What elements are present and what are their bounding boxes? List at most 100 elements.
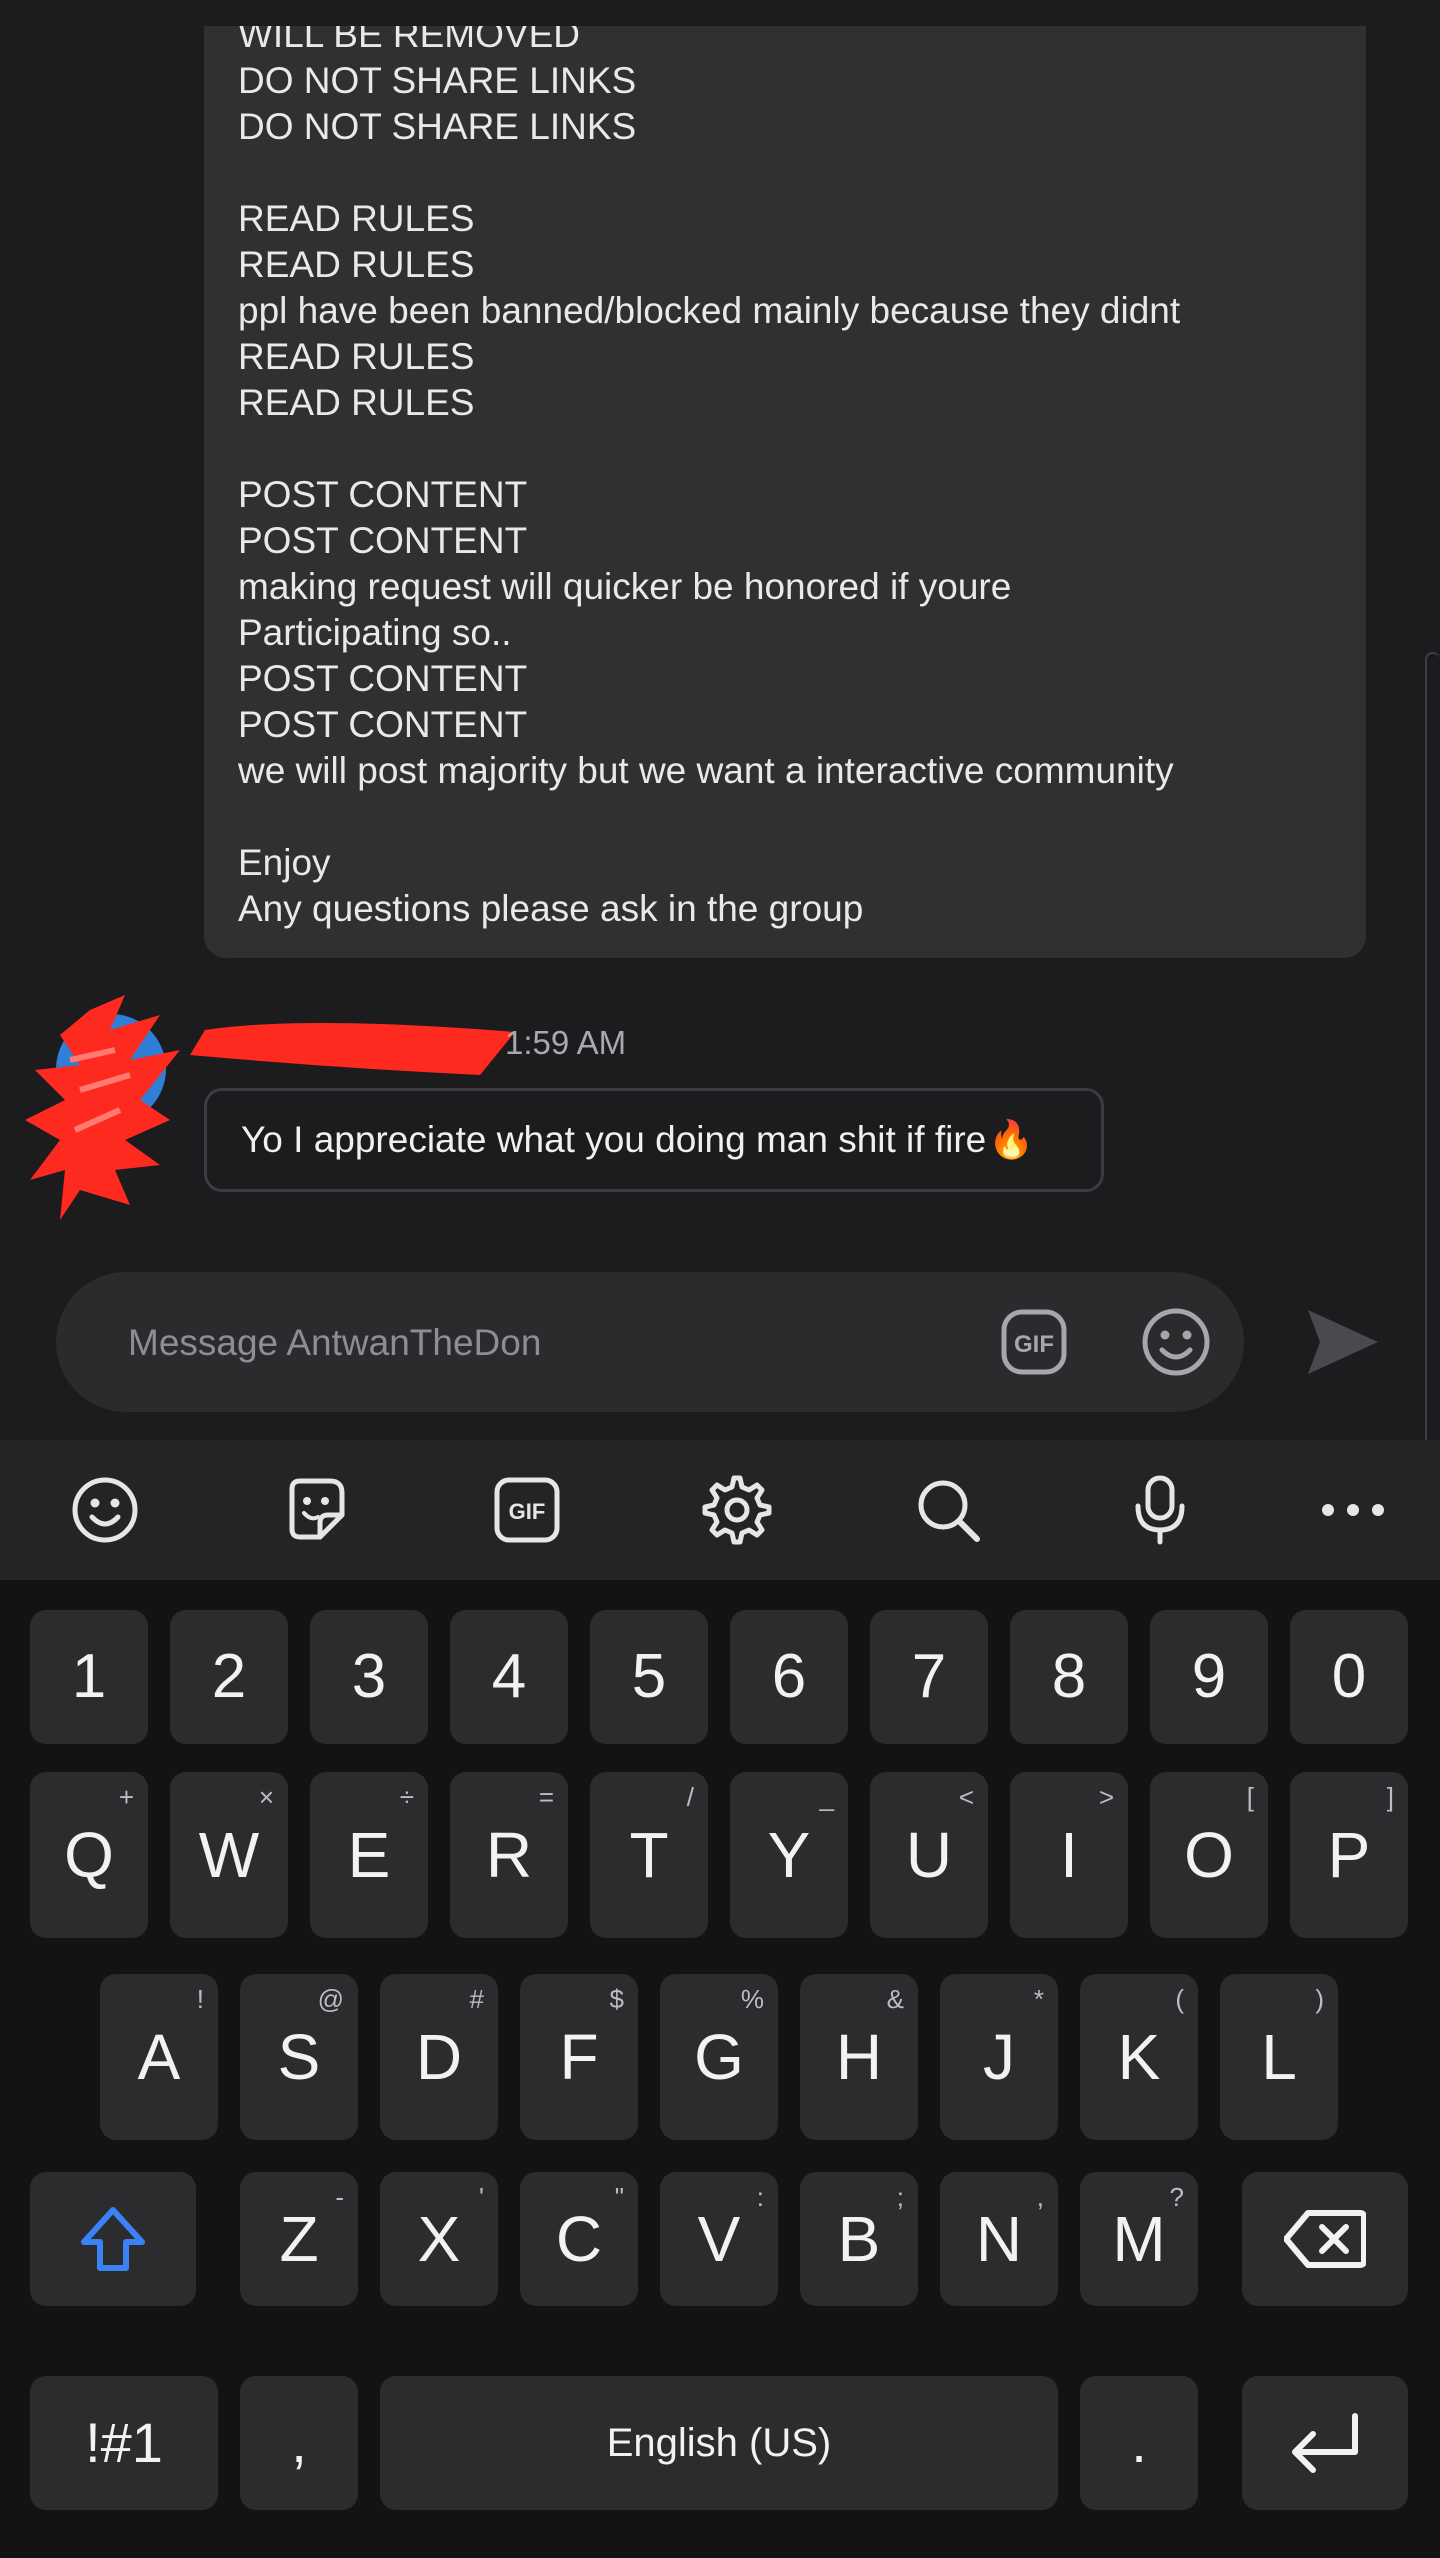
key-period[interactable]: . bbox=[1080, 2376, 1198, 2510]
message-line bbox=[238, 426, 1346, 472]
key-a-alt: ! bbox=[196, 1984, 204, 2014]
key-a[interactable]: A! bbox=[100, 1974, 218, 2140]
key-c-alt: " bbox=[614, 2182, 624, 2212]
message-composer[interactable]: GIF bbox=[56, 1272, 1244, 1412]
more-icon[interactable] bbox=[1313, 1470, 1393, 1550]
message-line: POST CONTENT bbox=[238, 520, 528, 561]
key-e-alt: ÷ bbox=[399, 1782, 414, 1812]
key-0-label: 0 bbox=[1331, 1642, 1367, 1711]
key-shift[interactable] bbox=[30, 2172, 196, 2306]
key-v-label: V bbox=[697, 2203, 741, 2275]
key-y-alt: _ bbox=[819, 1782, 834, 1812]
key-s-label: S bbox=[277, 2021, 321, 2093]
key-c-label: C bbox=[555, 2203, 603, 2275]
key-3-label: 3 bbox=[351, 1642, 387, 1711]
key-u-label: U bbox=[905, 1819, 953, 1891]
key-m[interactable]: M? bbox=[1080, 2172, 1198, 2306]
key-backspace[interactable] bbox=[1242, 2172, 1408, 2306]
key-2-label: 2 bbox=[211, 1642, 247, 1711]
message-line: READ RULES bbox=[238, 198, 475, 239]
key-comma[interactable]: , bbox=[240, 2376, 358, 2510]
key-0[interactable]: 0 bbox=[1290, 1610, 1408, 1744]
key-d[interactable]: D # bbox=[380, 1974, 498, 2140]
key-4[interactable]: 4 bbox=[450, 1610, 568, 1744]
key-enter[interactable] bbox=[1242, 2376, 1408, 2510]
message-line: Participating so.. bbox=[238, 612, 512, 653]
chat-area[interactable]: WILL BE REMOVED DO NOT SHARE LINKS DO NOT … bbox=[0, 0, 1440, 1522]
key-v[interactable]: V: bbox=[660, 2172, 778, 2306]
key-o[interactable]: O[ bbox=[1150, 1772, 1268, 1938]
key-m-label: M bbox=[1112, 2203, 1166, 2275]
send-icon[interactable] bbox=[1304, 1306, 1380, 1378]
key-7-label: 7 bbox=[911, 1642, 947, 1711]
reply-message-text: Yo I appreciate what you doing man shit … bbox=[241, 1091, 1034, 1189]
key-w-alt: × bbox=[258, 1782, 274, 1812]
key-g[interactable]: G% bbox=[660, 1974, 778, 2140]
message-line: READ RULES bbox=[238, 244, 475, 285]
key-b-alt: ; bbox=[896, 2182, 904, 2212]
key-i[interactable]: I > bbox=[1010, 1772, 1128, 1938]
key-9[interactable]: 9 bbox=[1150, 1610, 1268, 1744]
key-space[interactable]: English (US) bbox=[380, 2376, 1058, 2510]
key-symbols[interactable]: !#1 bbox=[30, 2376, 218, 2510]
emoji-icon[interactable] bbox=[65, 1470, 145, 1550]
key-j[interactable]: J * bbox=[940, 1974, 1058, 2140]
key-l[interactable]: L) bbox=[1220, 1974, 1338, 2140]
key-d-label: D bbox=[415, 2021, 463, 2093]
reply-message-bubble[interactable]: Yo I appreciate what you doing man shit … bbox=[204, 1088, 1104, 1192]
key-p[interactable]: P] bbox=[1290, 1772, 1408, 1938]
key-3[interactable]: 3 bbox=[310, 1610, 428, 1744]
scrollbar[interactable] bbox=[1425, 652, 1440, 1522]
key-s[interactable]: S @ bbox=[240, 1974, 358, 2140]
key-t[interactable]: T / bbox=[590, 1772, 708, 1938]
key-5[interactable]: 5 bbox=[590, 1610, 708, 1744]
search-icon[interactable] bbox=[908, 1470, 988, 1550]
message-line: ppl have been banned/blocked mainly beca… bbox=[238, 290, 1181, 331]
key-k[interactable]: K( bbox=[1080, 1974, 1198, 2140]
key-r[interactable]: R = bbox=[450, 1772, 568, 1938]
settings-icon[interactable] bbox=[697, 1470, 777, 1550]
key-n-label: N bbox=[975, 2203, 1023, 2275]
key-f[interactable]: F $ bbox=[520, 1974, 638, 2140]
key-c[interactable]: C " bbox=[520, 2172, 638, 2306]
key-s-alt: @ bbox=[317, 1984, 344, 2014]
message-line: making request will quicker be honored i… bbox=[238, 566, 1012, 607]
key-q[interactable]: Q + bbox=[30, 1772, 148, 1938]
sticker-icon[interactable] bbox=[275, 1470, 355, 1550]
gif-icon[interactable]: GIF bbox=[487, 1470, 567, 1550]
key-6[interactable]: 6 bbox=[730, 1610, 848, 1744]
key-h[interactable]: H & bbox=[800, 1974, 918, 2140]
microphone-icon[interactable] bbox=[1120, 1470, 1200, 1550]
key-6-label: 6 bbox=[771, 1642, 807, 1711]
key-1[interactable]: 1 bbox=[30, 1610, 148, 1744]
key-y-label: Y bbox=[767, 1819, 811, 1891]
message-bubble[interactable]: WILL BE REMOVED DO NOT SHARE LINKS DO NOT … bbox=[204, 26, 1366, 958]
key-r-alt: = bbox=[538, 1782, 554, 1812]
key-x[interactable]: X ' bbox=[380, 2172, 498, 2306]
key-u[interactable]: U < bbox=[870, 1772, 988, 1938]
key-e[interactable]: E ÷ bbox=[310, 1772, 428, 1938]
reply-text-content: Yo I appreciate what you doing man shit … bbox=[241, 1119, 987, 1160]
key-8[interactable]: 8 bbox=[1010, 1610, 1128, 1744]
keyboard: !#1 , English (US) . 1 2 3 4 5 6 7 8 9 0 Q + W × E ÷ R = T… bbox=[0, 1580, 1440, 2558]
message-input[interactable] bbox=[126, 1308, 930, 1378]
key-u-alt: < bbox=[958, 1782, 974, 1812]
key-w[interactable]: W × bbox=[170, 1772, 288, 1938]
key-j-alt: * bbox=[1033, 1984, 1044, 2014]
key-j-label: J bbox=[983, 2021, 1015, 2093]
key-b[interactable]: B; bbox=[800, 2172, 918, 2306]
message-line: we will post majority but we want a inte… bbox=[238, 750, 1174, 791]
shift-icon bbox=[81, 2207, 145, 2271]
gif-icon-label: GIF bbox=[509, 1499, 546, 1524]
key-7[interactable]: 7 bbox=[870, 1610, 988, 1744]
emoji-button-icon[interactable] bbox=[1140, 1306, 1212, 1378]
key-z[interactable]: Z- bbox=[240, 2172, 358, 2306]
key-2[interactable]: 2 bbox=[170, 1610, 288, 1744]
key-d-alt: # bbox=[469, 1984, 484, 2014]
key-l-label: L bbox=[1261, 2021, 1297, 2093]
key-y[interactable]: Y _ bbox=[730, 1772, 848, 1938]
message-line: POST CONTENT bbox=[238, 704, 528, 745]
gif-button-icon[interactable]: GIF bbox=[1000, 1308, 1068, 1376]
message-line: READ RULES bbox=[238, 382, 475, 423]
key-n[interactable]: N, bbox=[940, 2172, 1058, 2306]
